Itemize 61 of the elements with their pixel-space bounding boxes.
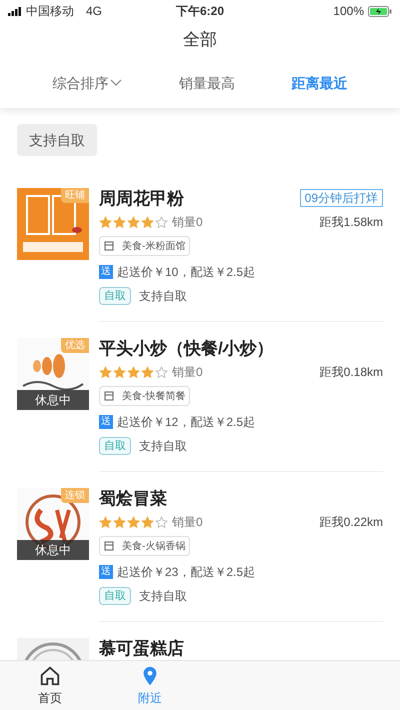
tab-bar-item[interactable]: 首页 [0,661,100,710]
delivery-tag: 送 [99,565,113,579]
distance: 距我1.58km [320,214,383,231]
signal-icon [8,6,22,16]
star-icon [127,366,140,378]
sales-count: 销量0 [172,364,203,381]
star-icon [99,516,112,528]
shop-name[interactable]: 慕可蛋糕店 [99,638,184,660]
sales-count: 销量0 [172,514,203,531]
star-icon [141,216,154,228]
distance: 距我0.18km [320,364,383,381]
network-type: 4G [86,3,102,20]
sort-tab[interactable]: 综合排序 [52,72,122,94]
star-outline-icon [155,216,168,228]
star-icon [99,216,112,228]
store-icon [104,241,114,251]
sort-tab[interactable]: 销量最高 [178,72,235,94]
star-icon [141,516,154,528]
distance: 距我0.22km [320,514,383,531]
store-icon [104,541,114,551]
chevron-down-icon [110,79,122,87]
star-icon [113,516,126,528]
star-icon [113,216,126,228]
pickup-text: 支持自取 [139,588,187,605]
star-icon [99,366,112,378]
resting-label: 休息中 [17,540,89,560]
pickup-text: 支持自取 [139,288,187,305]
page-title: 全部 [183,29,217,52]
shop-badge: 优选 [61,338,89,353]
carrier-name: 中国移动 [26,3,74,20]
closing-tag: 09分钟后打烊 [300,189,383,207]
shop-name[interactable]: 蜀烩冒菜 [99,488,167,510]
sales-count: 销量0 [172,214,203,231]
store-icon [104,391,114,401]
status-time: 下午6:20 [176,3,224,20]
pickup-tag: 自取 [99,587,131,605]
star-outline-icon [155,516,168,528]
resting-label: 休息中 [17,390,89,410]
pickup-tag: 自取 [99,437,131,455]
category-text: 美食-米粉面馆 [122,240,186,254]
star-icon [113,366,126,378]
star-outline-icon [155,366,168,378]
delivery-tag: 送 [99,415,113,429]
star-icon [127,516,140,528]
star-icon [127,216,140,228]
battery-percent: 100% [333,3,364,20]
delivery-fee: 起送价￥12，配送￥2.5起 [117,414,256,431]
delivery-fee: 起送价￥23，配送￥2.5起 [117,564,256,581]
pickup-tag: 自取 [99,287,131,305]
category-text: 美食-快餐简餐 [122,390,186,404]
delivery-fee: 起送价￥10，配送￥2.5起 [117,264,256,281]
shop-name[interactable]: 周周花甲粉 [99,188,184,210]
home-icon [39,664,61,686]
pickup-text: 支持自取 [139,438,187,455]
shop-name[interactable]: 平头小炒（快餐/小炒） [99,338,274,360]
shop-badge: 旺铺 [61,188,89,203]
category-text: 美食-火锅香锅 [122,540,186,554]
filter-chip[interactable]: 支持自取 [17,124,97,156]
star-icon [141,366,154,378]
shop-badge: 连锁 [61,488,89,503]
delivery-tag: 送 [99,265,113,279]
